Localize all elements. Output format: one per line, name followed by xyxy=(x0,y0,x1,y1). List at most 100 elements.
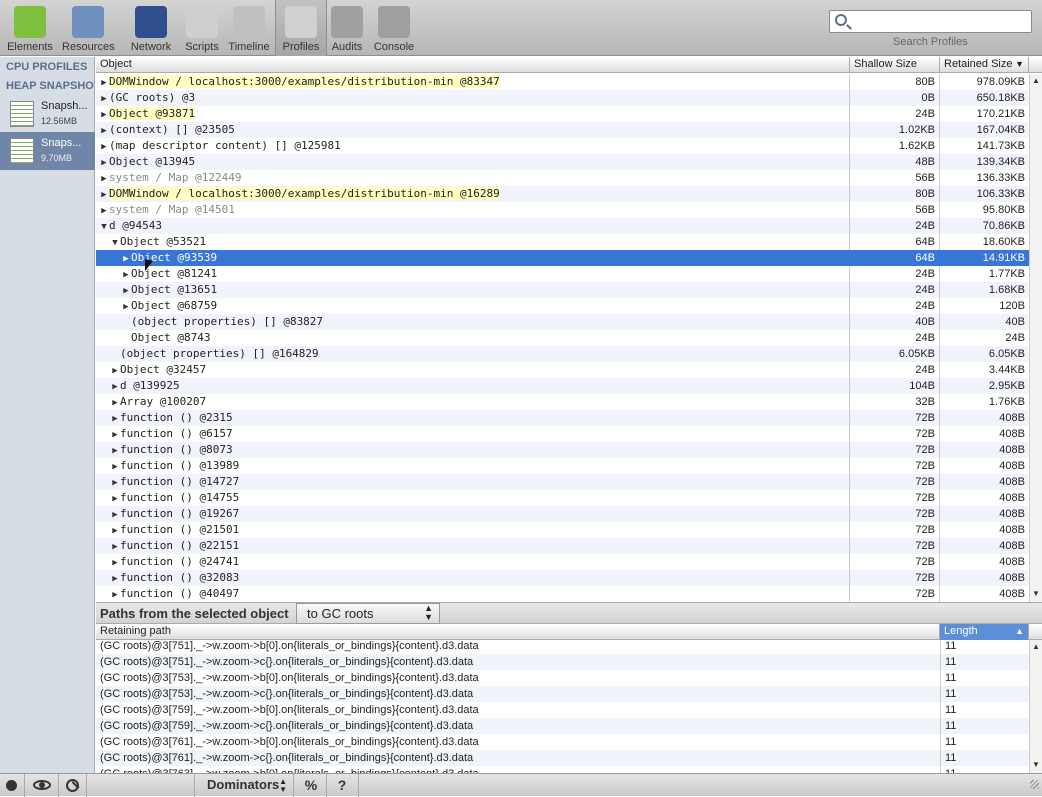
object-tree-scrollbar[interactable]: ▲ ▼ xyxy=(1029,74,1042,602)
percent-toggle[interactable]: % xyxy=(300,777,322,794)
tree-row[interactable]: ▼ d @94543 24B 70.86KB xyxy=(96,218,1029,234)
tree-row[interactable]: ▶ Object @13651 24B 1.68KB xyxy=(96,282,1029,298)
tree-row[interactable]: ▶ Object @68759 24B 120B xyxy=(96,298,1029,314)
tab-scripts[interactable]: Scripts xyxy=(176,4,228,54)
snapshot-item-2[interactable]: Snaps... 9.70MB xyxy=(0,132,95,170)
tree-row[interactable]: ▶ Object @81241 24B 1.77KB xyxy=(96,266,1029,282)
expand-triangle-icon[interactable]: ▶ xyxy=(99,203,109,218)
retaining-path-row[interactable]: (GC roots)@3[751]._->w.zoom->c{}.on{lite… xyxy=(96,654,1029,670)
expand-triangle-icon[interactable]: ▶ xyxy=(110,459,120,474)
snapshot-item-1[interactable]: Snapsh... 12.56MB xyxy=(0,95,95,133)
tree-row[interactable]: ▶ function () @2315 72B 408B xyxy=(96,410,1029,426)
expand-triangle-icon[interactable]: ▶ xyxy=(99,155,109,170)
tree-row[interactable]: ▶ Array @100207 32B 1.76KB xyxy=(96,394,1029,410)
expand-triangle-icon[interactable]: ▶ xyxy=(99,139,109,154)
tree-row[interactable]: ▶ (map descriptor content) [] @125981 1.62… xyxy=(96,138,1029,154)
eye-button[interactable] xyxy=(30,777,54,794)
retaining-path-row[interactable]: (GC roots)@3[763]._->w.zoom->b[0].on{lit… xyxy=(96,766,1029,773)
heap-snapshots-header[interactable]: HEAP SNAPSHOTS xyxy=(6,80,95,92)
collapse-triangle-icon[interactable]: ▼ xyxy=(99,219,109,234)
tree-row[interactable]: ▶ function () @8073 72B 408B xyxy=(96,442,1029,458)
tree-row[interactable]: ▶ function () @40497 72B 408B xyxy=(96,586,1029,602)
retaining-path-row[interactable]: (GC roots)@3[753]._->w.zoom->c{}.on{lite… xyxy=(96,686,1029,702)
search-field[interactable] xyxy=(829,10,1032,33)
scroll-down-icon[interactable]: ▼ xyxy=(1032,760,1040,769)
tree-row[interactable]: ▶ Object @32457 24B 3.44KB xyxy=(96,362,1029,378)
tree-row[interactable]: ▶ function () @14727 72B 408B xyxy=(96,474,1029,490)
tree-row[interactable]: (object properties) [] @164829 6.05KB 6.05… xyxy=(96,346,1029,362)
expand-triangle-icon[interactable]: ▶ xyxy=(110,363,120,378)
tab-console[interactable]: Console xyxy=(368,4,420,54)
expand-triangle-icon[interactable]: ▶ xyxy=(121,251,131,266)
scroll-up-icon[interactable]: ▲ xyxy=(1032,642,1040,651)
scroll-down-icon[interactable]: ▼ xyxy=(1032,589,1040,598)
scroll-up-icon[interactable]: ▲ xyxy=(1032,76,1040,85)
retaining-path-row[interactable]: (GC roots)@3[761]._->w.zoom->c{}.on{lite… xyxy=(96,750,1029,766)
column-length[interactable]: Length ▲ xyxy=(940,624,1029,640)
expand-triangle-icon[interactable]: ▶ xyxy=(110,507,120,522)
expand-triangle-icon[interactable]: ▶ xyxy=(121,267,131,282)
tree-row[interactable]: (object properties) [] @83827 40B 40B xyxy=(96,314,1029,330)
tree-row[interactable]: ▶ system / Map @14501 56B 95.80KB xyxy=(96,202,1029,218)
expand-triangle-icon[interactable]: ▶ xyxy=(121,299,131,314)
resize-grip-icon[interactable] xyxy=(1030,780,1039,789)
tree-row[interactable]: ▶ DOMWindow / localhost:3000/examples/dis… xyxy=(96,186,1029,202)
expand-triangle-icon[interactable]: ▶ xyxy=(110,555,120,570)
collapse-triangle-icon[interactable]: ▼ xyxy=(110,235,120,250)
tree-row[interactable]: ▶ (context) [] @23505 1.02KB 167.04KB xyxy=(96,122,1029,138)
tree-row[interactable]: ▼ Object @53521 64B 18.60KB xyxy=(96,234,1029,250)
expand-triangle-icon[interactable]: ▶ xyxy=(110,571,120,586)
tree-row[interactable]: ▶ function () @14755 72B 408B xyxy=(96,490,1029,506)
expand-triangle-icon[interactable]: ▶ xyxy=(99,75,109,90)
retaining-path-row[interactable]: (GC roots)@3[759]._->w.zoom->c{}.on{lite… xyxy=(96,718,1029,734)
tree-row[interactable]: ▶ function () @32083 72B 408B xyxy=(96,570,1029,586)
expand-triangle-icon[interactable]: ▶ xyxy=(110,427,120,442)
expand-triangle-icon[interactable]: ▶ xyxy=(110,491,120,506)
column-retaining-path[interactable]: Retaining path xyxy=(96,624,940,640)
column-shallow-size[interactable]: Shallow Size xyxy=(850,57,940,73)
expand-triangle-icon[interactable]: ▶ xyxy=(110,523,120,538)
expand-triangle-icon[interactable]: ▶ xyxy=(99,187,109,202)
tree-row[interactable]: Object @8743 24B 24B xyxy=(96,330,1029,346)
column-object[interactable]: Object xyxy=(96,57,850,73)
tab-audits[interactable]: Audits xyxy=(321,4,373,54)
tree-row[interactable]: ▶ function () @24741 72B 408B xyxy=(96,554,1029,570)
expand-triangle-icon[interactable]: ▶ xyxy=(110,539,120,554)
clear-button[interactable] xyxy=(64,777,80,794)
tab-resources[interactable]: Resources xyxy=(62,4,115,54)
expand-triangle-icon[interactable]: ▶ xyxy=(110,411,120,426)
tree-row[interactable]: ▶ function () @22151 72B 408B xyxy=(96,538,1029,554)
tree-row[interactable]: ▶ Object @93871 24B 170.21KB xyxy=(96,106,1029,122)
expand-triangle-icon[interactable]: ▶ xyxy=(99,171,109,186)
tree-row[interactable]: ▶ (GC roots) @3 0B 650.18KB xyxy=(96,90,1029,106)
tab-timeline[interactable]: Timeline xyxy=(223,4,275,54)
retaining-path-row[interactable]: (GC roots)@3[753]._->w.zoom->b[0].on{lit… xyxy=(96,670,1029,686)
help-button[interactable]: ? xyxy=(332,777,352,794)
tree-row[interactable]: ▶ function () @13989 72B 408B xyxy=(96,458,1029,474)
retaining-path-row[interactable]: (GC roots)@3[759]._->w.zoom->b[0].on{lit… xyxy=(96,702,1029,718)
column-retained-size[interactable]: Retained Size ▼ xyxy=(940,57,1029,73)
expand-triangle-icon[interactable]: ▶ xyxy=(99,91,109,106)
tree-row[interactable]: ▶ d @139925 104B 2.95KB xyxy=(96,378,1029,394)
expand-triangle-icon[interactable]: ▶ xyxy=(110,587,120,602)
view-select[interactable]: Dominators ▲ ▼ xyxy=(194,774,294,797)
expand-triangle-icon[interactable]: ▶ xyxy=(110,475,120,490)
tree-row[interactable]: ▶ function () @19267 72B 408B xyxy=(96,506,1029,522)
search-input[interactable] xyxy=(852,13,1028,30)
paths-direction-select[interactable]: to GC roots ▲ ▼ xyxy=(296,603,440,624)
paths-scrollbar[interactable]: ▲ ▼ xyxy=(1029,640,1042,773)
tree-row[interactable]: ▶ function () @21501 72B 408B xyxy=(96,522,1029,538)
expand-triangle-icon[interactable]: ▶ xyxy=(110,379,120,394)
tab-elements[interactable]: Elements xyxy=(4,4,56,54)
expand-triangle-icon[interactable]: ▶ xyxy=(110,395,120,410)
record-button[interactable] xyxy=(4,777,18,794)
retaining-path-row[interactable]: (GC roots)@3[751]._->w.zoom->b[0].on{lit… xyxy=(96,640,1029,654)
retaining-path-row[interactable]: (GC roots)@3[761]._->w.zoom->b[0].on{lit… xyxy=(96,734,1029,750)
expand-triangle-icon[interactable]: ▶ xyxy=(99,123,109,138)
expand-triangle-icon[interactable]: ▶ xyxy=(99,107,109,122)
tree-row[interactable]: ▶ system / Map @122449 56B 136.33KB xyxy=(96,170,1029,186)
tree-row[interactable]: ▶ Object @93539 64B 14.91KB xyxy=(96,250,1029,266)
tab-network[interactable]: Network xyxy=(125,4,177,54)
expand-triangle-icon[interactable]: ▶ xyxy=(121,283,131,298)
cpu-profiles-header[interactable]: CPU PROFILES xyxy=(6,61,95,73)
